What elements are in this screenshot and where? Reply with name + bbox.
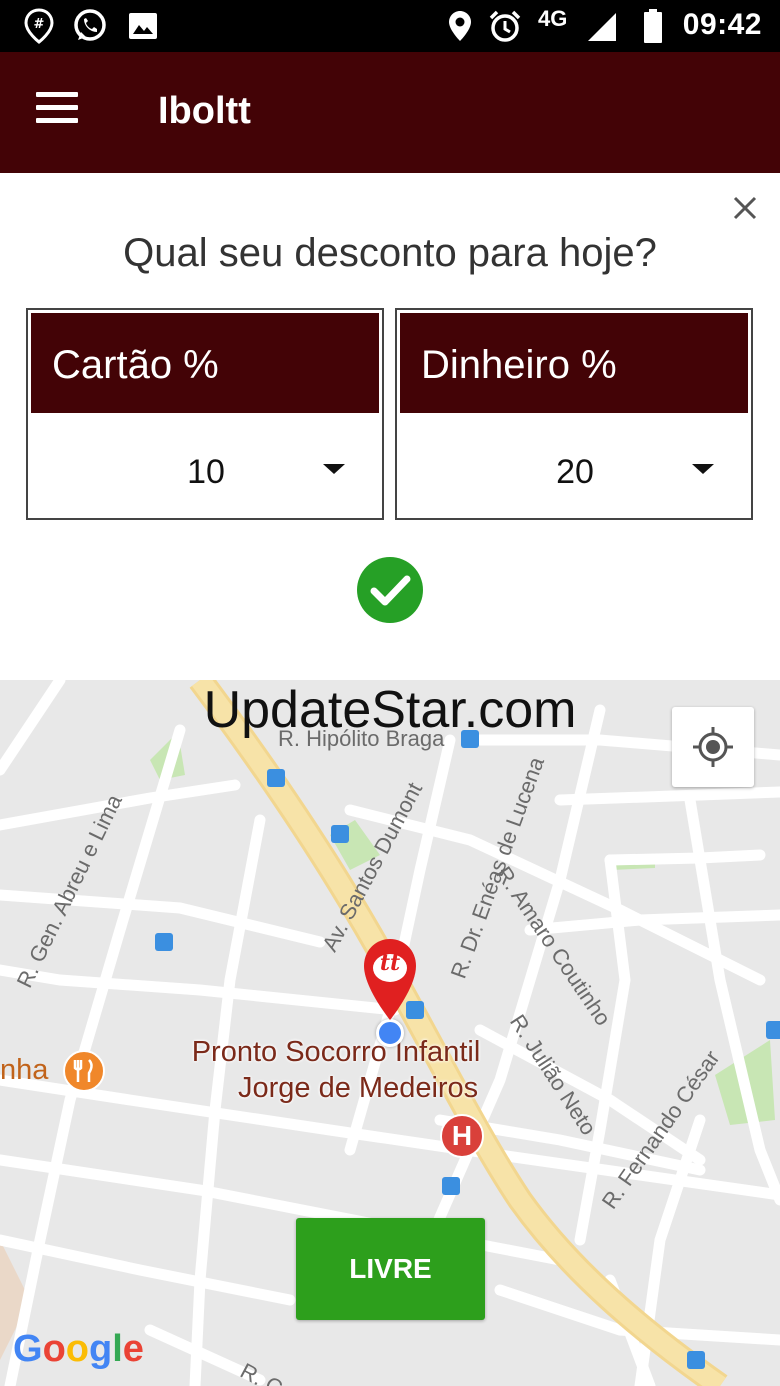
poi-name-line2: Jorge de Medeiros: [238, 1072, 479, 1104]
cash-discount-box: Dinheiro % 20: [395, 308, 753, 520]
card-discount-label: Cartão %: [31, 313, 379, 413]
svg-text:#: #: [34, 17, 45, 32]
dropdown-arrow-icon: [323, 464, 345, 474]
discount-dialog: Qual seu desconto para hoje? Cartão % 10…: [0, 173, 780, 680]
check-circle-icon: [370, 575, 411, 606]
gallery-icon: [129, 13, 157, 39]
watermark-text: UpdateStar.com: [203, 681, 577, 739]
whatsapp-icon: [74, 9, 106, 41]
alarm-icon: [489, 10, 521, 42]
close-icon[interactable]: [728, 191, 762, 225]
pin-label: tt: [379, 950, 401, 976]
livre-status-button[interactable]: LIVRE: [296, 1218, 485, 1320]
hospital-label: H: [451, 1120, 473, 1151]
cash-discount-label: Dinheiro %: [400, 313, 748, 413]
dialog-question: Qual seu desconto para hoje?: [123, 231, 657, 275]
card-discount-select[interactable]: 10: [31, 416, 379, 515]
dropdown-arrow-icon: [692, 464, 714, 474]
restaurant-label: nha: [0, 1054, 49, 1086]
poi-name-line1: Pronto Socorro Infantil: [191, 1036, 481, 1068]
battery-icon: [644, 9, 662, 43]
status-bar: # 4G 09:42: [0, 0, 780, 52]
hamburger-icon[interactable]: [36, 92, 84, 132]
cash-discount-select[interactable]: 20: [400, 416, 748, 515]
clock: 09:42: [682, 8, 762, 41]
app-title: Iboltt: [158, 90, 251, 132]
map-view[interactable]: R. Hipólito Braga R. Gen. Abreu e Lima A…: [0, 680, 780, 1386]
location-icon: [449, 11, 471, 41]
user-location-dot: [376, 1019, 404, 1047]
network-type: 4G: [538, 6, 568, 31]
map-pin-icon[interactable]: tt: [360, 936, 420, 1022]
restaurant-icon[interactable]: [62, 1049, 106, 1093]
hospital-icon[interactable]: H: [440, 1114, 484, 1158]
signal-icon: [588, 13, 616, 41]
crosshair-icon: [693, 727, 733, 767]
app-bar: Iboltt: [0, 52, 780, 173]
location-hash-icon: #: [24, 8, 54, 44]
confirm-check-button[interactable]: [357, 557, 423, 623]
card-discount-box: Cartão % 10: [26, 308, 384, 520]
my-location-button[interactable]: [672, 707, 754, 787]
google-logo: Google: [13, 1328, 144, 1370]
